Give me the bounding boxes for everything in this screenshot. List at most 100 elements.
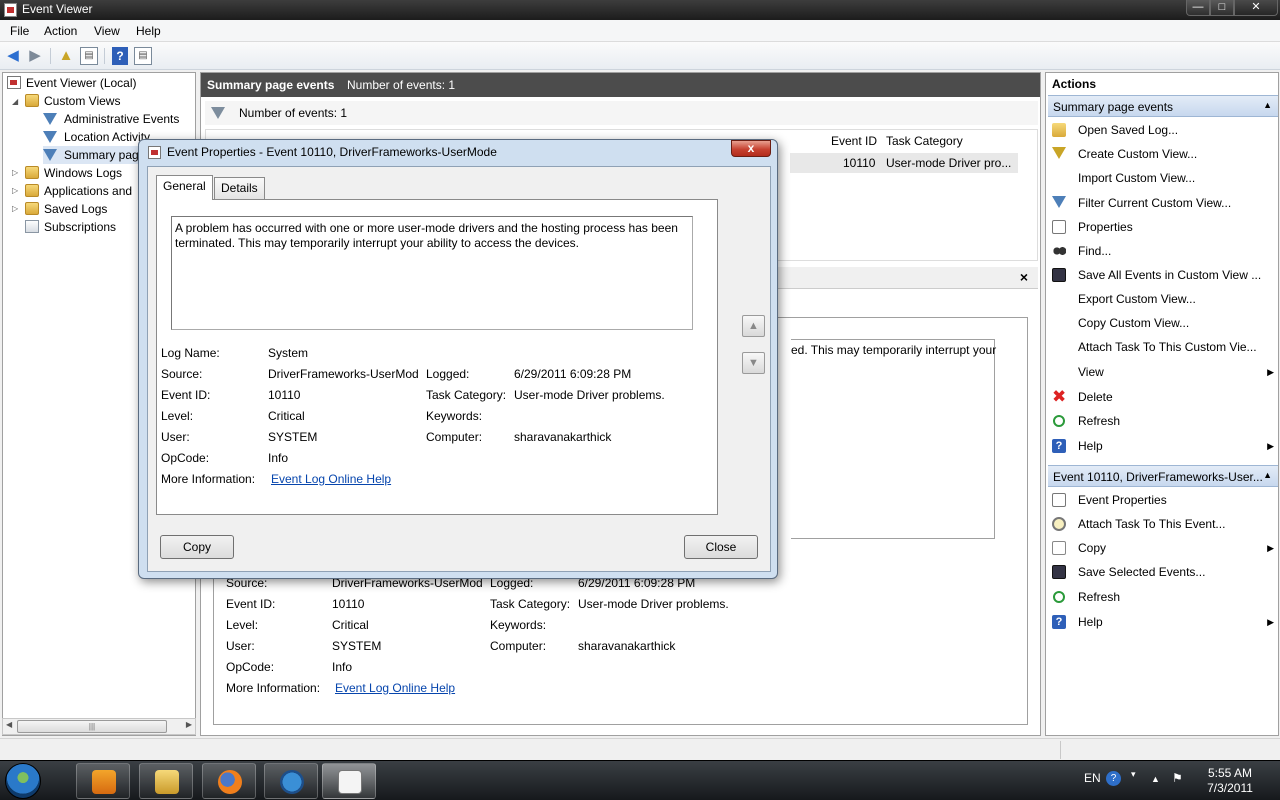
action-view[interactable]: View ▶ [1050, 361, 1278, 383]
status-bar [0, 738, 1280, 760]
taskbar-hp[interactable] [264, 763, 318, 799]
action-event-properties[interactable]: Event Properties [1050, 489, 1278, 511]
clock[interactable]: 5:55 AM 7/3/2011 [1200, 766, 1260, 796]
action-help-event[interactable]: ? Help ▶ [1050, 611, 1278, 633]
action-attach-task-custom-view[interactable]: Attach Task To This Custom Vie... [1050, 336, 1278, 358]
tree-item-windows-logs[interactable]: Windows Logs [25, 164, 122, 182]
collapse-caret-icon[interactable]: ▲ [1263, 470, 1272, 480]
tree-label: Administrative Events [64, 112, 180, 126]
action-label: Copy Custom View... [1078, 316, 1190, 330]
menu-view[interactable]: View [94, 24, 120, 38]
menu-help[interactable]: Help [136, 24, 161, 38]
taskbar-firefox[interactable] [202, 763, 256, 799]
expand-arrow-icon[interactable]: ▷ [12, 204, 18, 213]
help-icon[interactable]: ? [112, 47, 128, 65]
maximize-button[interactable]: □ [1210, 0, 1234, 16]
back-arrow-icon[interactable]: ◀ [3, 46, 23, 66]
next-event-button[interactable]: ▼ [742, 352, 765, 374]
scroll-left-icon[interactable]: ◀ [6, 720, 12, 729]
input-tray-icon[interactable]: ▾ [1131, 769, 1136, 780]
action-find[interactable]: Find... [1050, 240, 1278, 262]
action-label: Filter Current Custom View... [1078, 196, 1232, 210]
previous-event-button[interactable]: ▲ [742, 315, 765, 337]
actions-section-summary[interactable]: Summary page events ▲ [1048, 95, 1278, 117]
tree-item-location-activity[interactable]: Location Activity [43, 128, 150, 146]
filter-bar: Number of events: 1 [205, 101, 1038, 125]
menu-bar: File Action View Help [0, 20, 1280, 42]
collapse-caret-icon[interactable]: ▲ [1263, 100, 1272, 110]
action-save-all-events[interactable]: Save All Events in Custom View ... [1050, 264, 1278, 286]
action-create-custom-view[interactable]: Create Custom View... [1050, 143, 1278, 165]
event-viewer-icon [148, 146, 161, 159]
action-export-custom-view[interactable]: Export Custom View... [1050, 288, 1278, 310]
action-help[interactable]: ? Help ▶ [1050, 435, 1278, 457]
action-label: Open Saved Log... [1078, 123, 1179, 137]
actions-section-event[interactable]: Event 10110, DriverFrameworks-User... ▲ [1048, 465, 1278, 487]
action-label: Attach Task To This Custom Vie... [1078, 340, 1257, 354]
action-properties[interactable]: Properties [1050, 216, 1278, 238]
up-folder-icon[interactable]: ▲ [56, 46, 76, 66]
filter-count: Number of events: 1 [239, 106, 348, 120]
taskbar-event-viewer[interactable] [322, 763, 376, 799]
taskbar-explorer[interactable] [139, 763, 193, 799]
close-window-button[interactable]: ✕ [1234, 0, 1278, 16]
close-detail-icon[interactable]: × [1020, 269, 1028, 285]
event-log-online-help-link[interactable]: Event Log Online Help [335, 681, 455, 695]
expand-arrow-icon[interactable]: ▷ [12, 186, 18, 195]
tab-general[interactable]: General [156, 175, 213, 200]
column-header-task-category[interactable]: Task Category [886, 134, 963, 148]
action-label: Refresh [1078, 414, 1121, 428]
action-import-custom-view[interactable]: Import Custom View... [1050, 167, 1278, 189]
action-center-flag-icon[interactable]: ⚑ [1172, 771, 1183, 785]
expand-arrow-icon[interactable]: ▷ [12, 168, 18, 177]
action-refresh[interactable]: Refresh [1050, 410, 1278, 432]
dialog-close-button[interactable]: x [731, 140, 771, 157]
event-log-online-help-link[interactable]: Event Log Online Help [271, 472, 391, 486]
field-label: More Information: [161, 472, 256, 486]
show-hide-console-tree-icon[interactable]: ▤ [80, 47, 98, 65]
action-refresh-event[interactable]: Refresh [1050, 586, 1278, 608]
tree-item-subscriptions[interactable]: Subscriptions [25, 218, 116, 236]
scroll-right-icon[interactable]: ▶ [186, 720, 192, 729]
tree-item-applications-services[interactable]: Applications and [25, 182, 132, 200]
media-player-icon [92, 770, 116, 794]
tree-horizontal-scrollbar[interactable]: ◀ ||| ▶ [2, 718, 196, 735]
menu-file[interactable]: File [10, 24, 29, 38]
column-header-event-id[interactable]: Event ID [831, 134, 877, 148]
action-label: Copy [1078, 541, 1107, 555]
tab-details[interactable]: Details [214, 177, 265, 199]
action-copy[interactable]: Copy ▶ [1050, 537, 1278, 559]
minimize-button[interactable]: — [1186, 0, 1210, 16]
menu-action[interactable]: Action [44, 24, 77, 38]
action-save-selected-events[interactable]: Save Selected Events... [1050, 561, 1278, 583]
field-value: Info [332, 660, 353, 674]
folder-icon [25, 166, 39, 179]
collapse-arrow-icon[interactable]: ◢ [12, 97, 18, 106]
show-hidden-icons-icon[interactable]: ▲ [1151, 774, 1160, 784]
start-button[interactable] [5, 763, 41, 799]
action-copy-custom-view[interactable]: Copy Custom View... [1050, 312, 1278, 334]
action-open-saved-log[interactable]: Open Saved Log... [1050, 119, 1278, 141]
language-indicator[interactable]: EN [1084, 771, 1101, 785]
help-tray-icon[interactable]: ? [1106, 771, 1121, 786]
taskbar-media-player[interactable] [76, 763, 130, 799]
tree-item-saved-logs[interactable]: Saved Logs [25, 200, 107, 218]
scrollbar-thumb[interactable]: ||| [17, 720, 167, 733]
help-icon: ? [1052, 615, 1066, 629]
field-label: User: [226, 639, 255, 653]
tree-item-root[interactable]: Event Viewer (Local) [7, 74, 137, 92]
forward-arrow-icon[interactable]: ▶ [25, 46, 45, 66]
action-delete[interactable]: ✖ Delete [1050, 386, 1278, 408]
tree-item-administrative-events[interactable]: Administrative Events [43, 110, 179, 128]
filter-icon [43, 113, 57, 125]
action-attach-task-event[interactable]: Attach Task To This Event... [1050, 513, 1278, 535]
close-button[interactable]: Close [684, 535, 758, 559]
show-hide-action-pane-icon[interactable]: ▤ [134, 47, 152, 65]
event-description-text[interactable]: A problem has occurred with one or more … [171, 216, 693, 330]
copy-button[interactable]: Copy [160, 535, 234, 559]
folder-icon [155, 770, 179, 794]
tree-item-summary-page[interactable]: Summary pag [43, 146, 139, 164]
tree-item-custom-views[interactable]: Custom Views [25, 92, 120, 110]
center-pane-header: Summary page events Number of events: 1 [201, 73, 1040, 97]
action-filter-current-view[interactable]: Filter Current Custom View... [1050, 192, 1278, 214]
